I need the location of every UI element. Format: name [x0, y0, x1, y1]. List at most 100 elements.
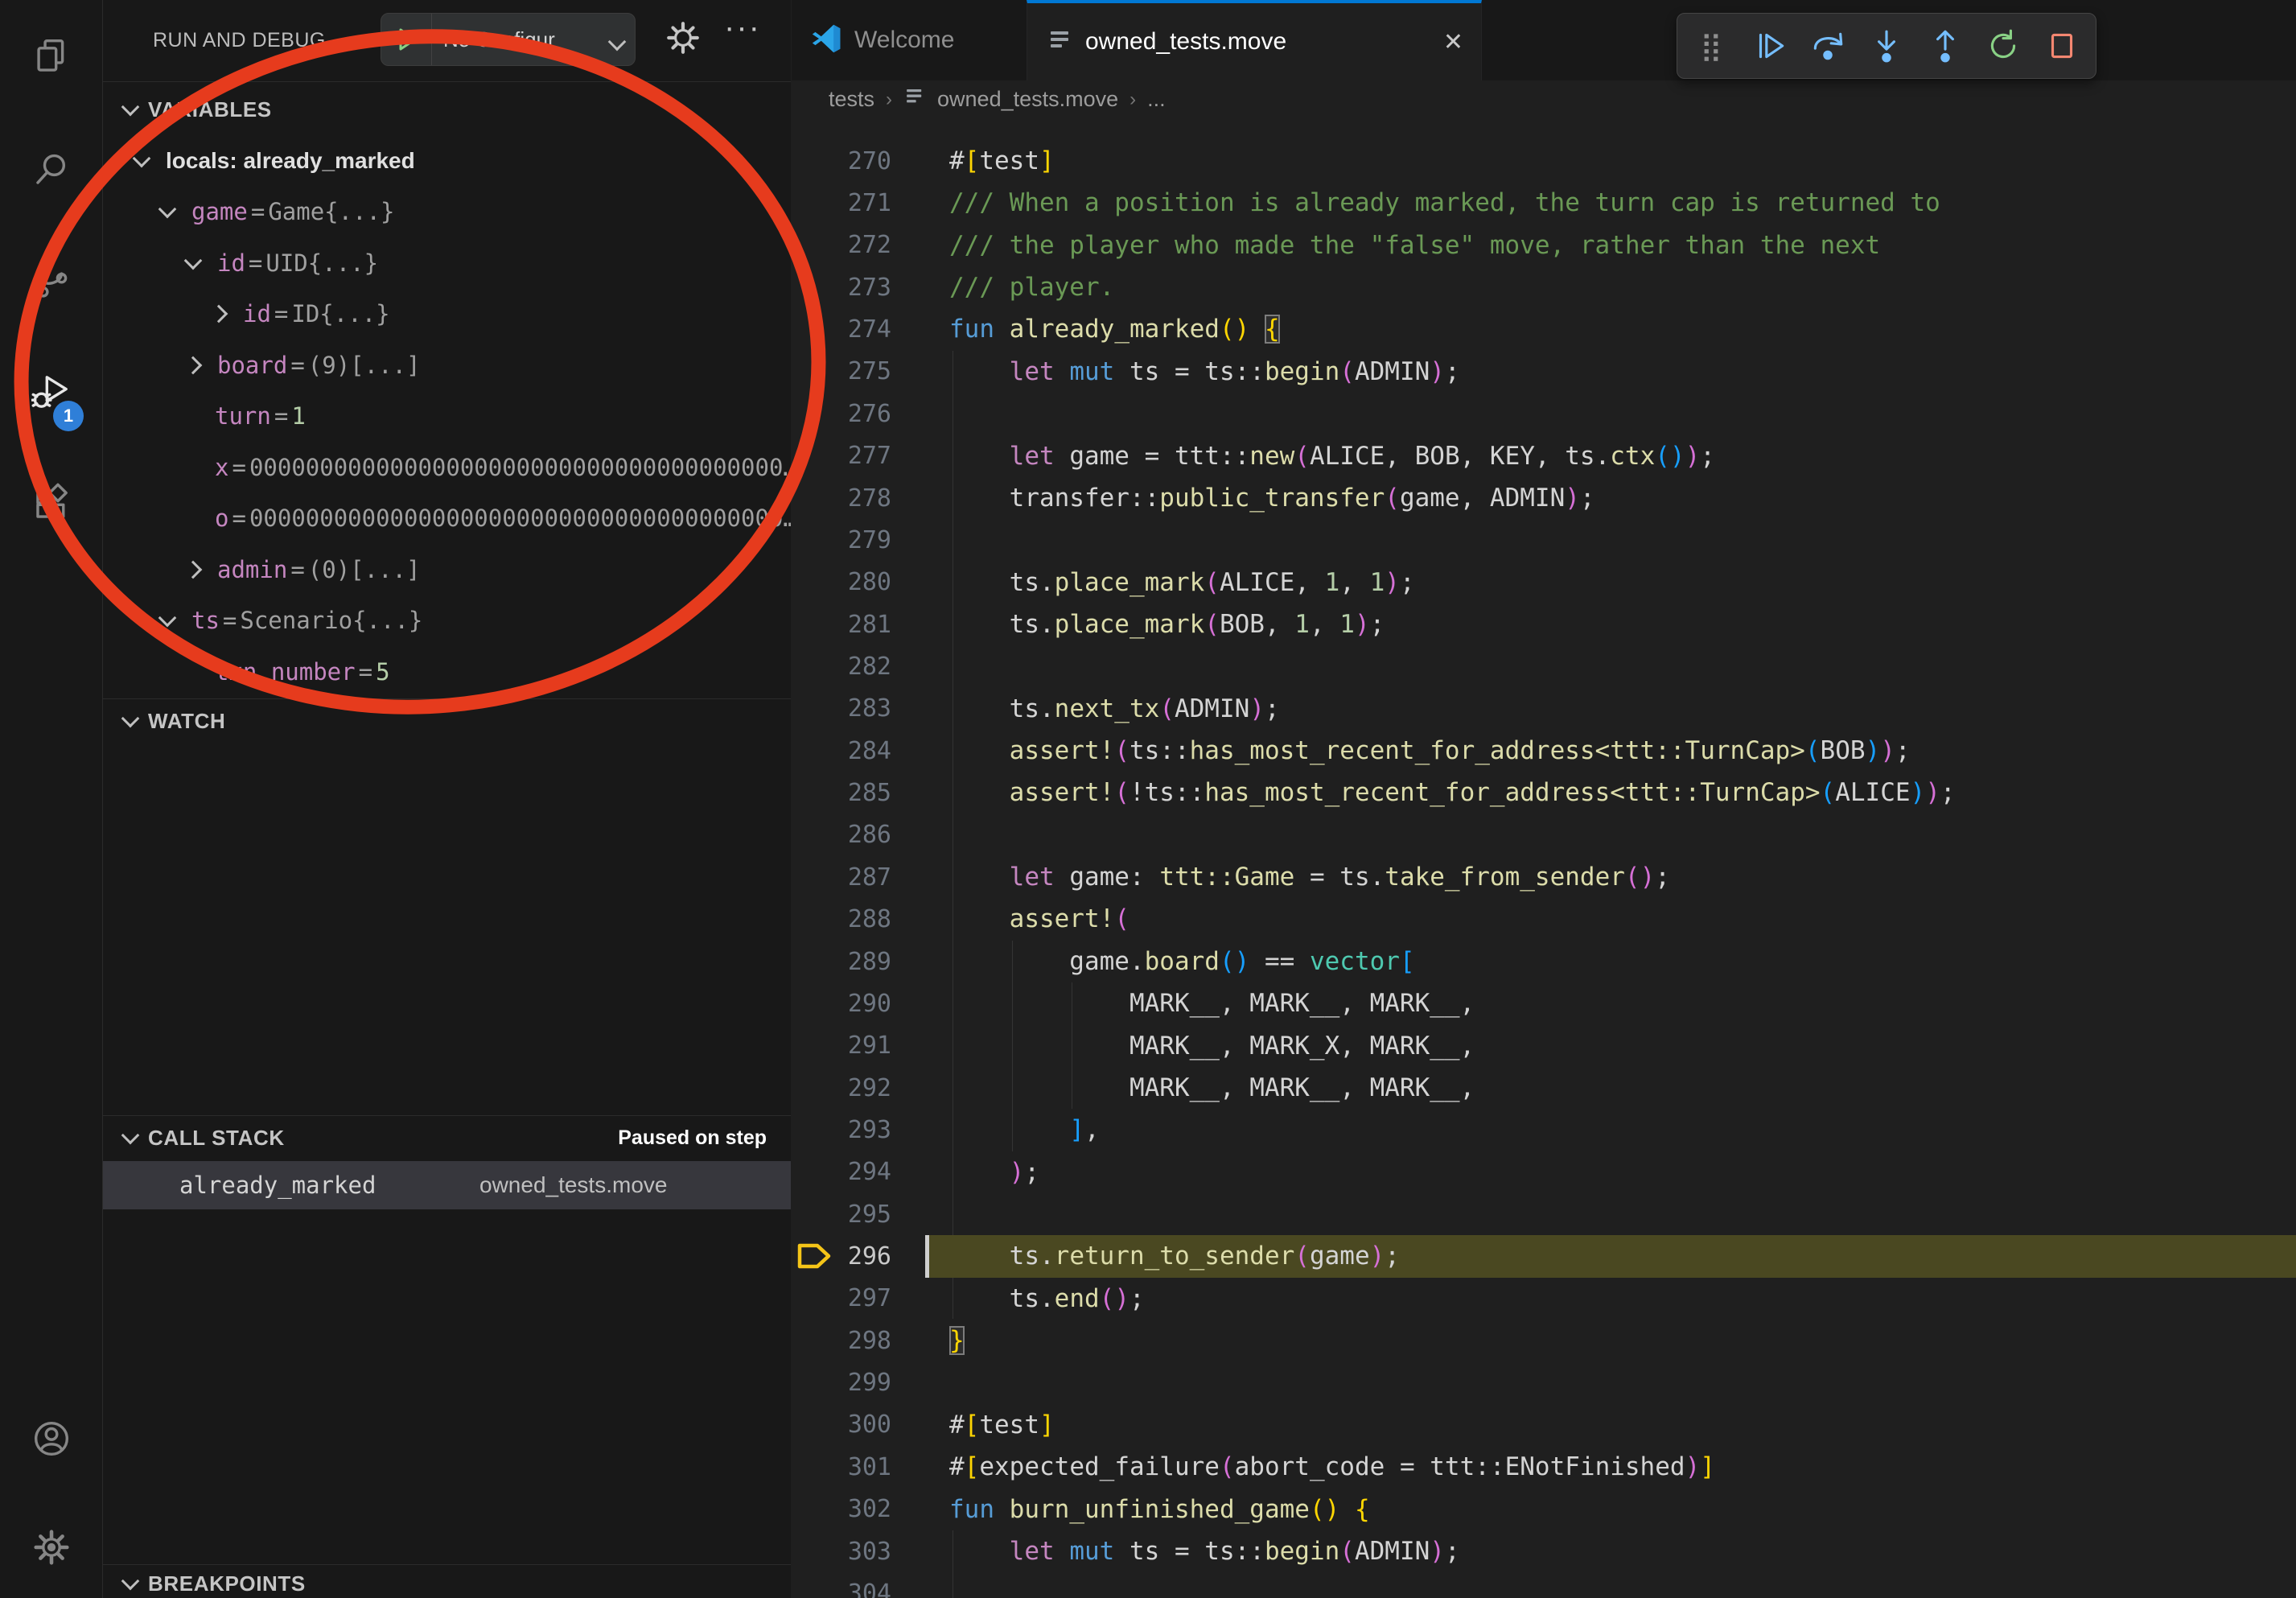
settings-gear-icon[interactable] [31, 1527, 72, 1567]
gutter-line-303[interactable]: 303 [792, 1530, 925, 1572]
gutter-line-272[interactable]: 272 [792, 224, 925, 266]
step-into-button[interactable] [1864, 22, 1910, 70]
code-editor[interactable]: 2702712722732742752762772782792802812822… [792, 118, 2296, 1598]
code-line-276[interactable] [925, 393, 2296, 435]
gutter-line-274[interactable]: 274 [792, 308, 925, 350]
gutter-line-290[interactable]: 290 [792, 982, 925, 1024]
call-stack-section-header[interactable]: CALL STACK Paused on step [103, 1117, 791, 1159]
variables-section-header[interactable]: VARIABLES [103, 84, 791, 135]
breadcrumb-symbol[interactable]: ... [1147, 87, 1166, 112]
gutter-line-276[interactable]: 276 [792, 393, 925, 435]
gutter-line-304[interactable]: 304 [792, 1572, 925, 1598]
gutter-line-271[interactable]: 271 [792, 182, 925, 224]
code-line-291[interactable]: MARK__, MARK_X, MARK__, [925, 1025, 2296, 1067]
breadcrumb-file[interactable]: owned_tests.move [937, 87, 1118, 112]
gutter-line-283[interactable]: 283 [792, 688, 925, 730]
tab-welcome[interactable]: Welcome [792, 0, 1027, 80]
account-icon[interactable] [31, 1419, 72, 1459]
gutter-line-286[interactable]: 286 [792, 814, 925, 856]
debug-settings-gear-icon[interactable] [665, 19, 702, 60]
restart-button[interactable] [1981, 22, 2026, 70]
code-line-274[interactable]: fun already_marked() { [925, 308, 2296, 350]
gutter-line-296[interactable]: 296 [792, 1235, 925, 1277]
variable-row[interactable]: id = ID{...} [103, 289, 791, 340]
code-line-277[interactable]: let game = ttt::new(ALICE, BOB, KEY, ts.… [925, 435, 2296, 477]
gutter-line-278[interactable]: 278 [792, 477, 925, 519]
code-line-294[interactable]: ); [925, 1151, 2296, 1193]
extensions-icon[interactable] [31, 483, 72, 523]
code-line-297[interactable]: ts.end(); [925, 1278, 2296, 1320]
code-line-302[interactable]: fun burn_unfinished_game() { [925, 1489, 2296, 1530]
gutter-line-298[interactable]: 298 [792, 1320, 925, 1361]
search-icon[interactable] [31, 149, 72, 189]
variable-row[interactable]: locals: already_marked [103, 135, 791, 187]
code-line-287[interactable]: let game: ttt::Game = ts.take_from_sende… [925, 856, 2296, 898]
code-line-304[interactable] [925, 1572, 2296, 1598]
code-line-303[interactable]: let mut ts = ts::begin(ADMIN); [925, 1530, 2296, 1572]
code-line-301[interactable]: #[expected_failure(abort_code = ttt::ENo… [925, 1446, 2296, 1488]
variable-row[interactable]: board = (9)[...] [103, 340, 791, 391]
gutter-line-292[interactable]: 292 [792, 1067, 925, 1109]
code-line-273[interactable]: /// player. [925, 266, 2296, 308]
gutter-line-273[interactable]: 273 [792, 266, 925, 308]
gutter-line-291[interactable]: 291 [792, 1025, 925, 1067]
gutter-line-284[interactable]: 284 [792, 730, 925, 772]
code-line-271[interactable]: /// When a position is already marked, t… [925, 182, 2296, 224]
explorer-icon[interactable] [31, 36, 72, 76]
tab-owned-tests-move[interactable]: owned_tests.move ✕ [1027, 0, 1482, 80]
gutter-line-289[interactable]: 289 [792, 941, 925, 982]
gutter-line-301[interactable]: 301 [792, 1446, 925, 1488]
gutter-line-277[interactable]: 277 [792, 435, 925, 477]
code-line-290[interactable]: MARK__, MARK__, MARK__, [925, 982, 2296, 1024]
gutter-line-275[interactable]: 275 [792, 351, 925, 393]
code-line-275[interactable]: let mut ts = ts::begin(ADMIN); [925, 351, 2296, 393]
gutter-line-302[interactable]: 302 [792, 1489, 925, 1530]
gutter-line-285[interactable]: 285 [792, 772, 925, 813]
code-line-298[interactable]: } [925, 1320, 2296, 1361]
variable-row[interactable]: ts = Scenario{...} [103, 595, 791, 647]
gutter-line-295[interactable]: 295 [792, 1193, 925, 1235]
continue-button[interactable] [1747, 22, 1793, 70]
variable-row[interactable]: game = Game{...} [103, 187, 791, 238]
code-lines[interactable]: #[test]/// When a position is already ma… [925, 140, 2296, 1598]
code-line-285[interactable]: assert!(!ts::has_most_recent_for_address… [925, 772, 2296, 813]
gutter-line-293[interactable]: 293 [792, 1109, 925, 1151]
start-debug-icon[interactable] [381, 14, 432, 65]
code-line-295[interactable] [925, 1193, 2296, 1235]
gutter-line-280[interactable]: 280 [792, 562, 925, 603]
variable-row[interactable]: txn_number = 5 [103, 646, 791, 698]
code-line-278[interactable]: transfer::public_transfer(game, ADMIN); [925, 477, 2296, 519]
stop-button[interactable] [2039, 22, 2084, 70]
gutter-line-297[interactable]: 297 [792, 1278, 925, 1320]
close-icon[interactable]: ✕ [1443, 28, 1463, 56]
step-out-button[interactable] [1922, 22, 1968, 70]
gutter-line-279[interactable]: 279 [792, 519, 925, 561]
gutter-line-300[interactable]: 300 [792, 1404, 925, 1446]
gutter-line-288[interactable]: 288 [792, 898, 925, 940]
gutter-line-287[interactable]: 287 [792, 856, 925, 898]
call-stack-frame[interactable]: already_marked owned_tests.move [103, 1161, 791, 1209]
code-line-272[interactable]: /// the player who made the "false" move… [925, 224, 2296, 266]
gutter-line-281[interactable]: 281 [792, 603, 925, 645]
step-over-button[interactable] [1805, 22, 1851, 70]
drag-handle-icon[interactable] [1689, 22, 1734, 70]
code-line-289[interactable]: game.board() == vector[ [925, 941, 2296, 982]
gutter-line-294[interactable]: 294 [792, 1151, 925, 1193]
code-line-282[interactable] [925, 645, 2296, 687]
code-line-270[interactable]: #[test] [925, 140, 2296, 182]
code-line-281[interactable]: ts.place_mark(BOB, 1, 1); [925, 603, 2296, 645]
breadcrumb-folder[interactable]: tests [829, 87, 874, 112]
code-line-300[interactable]: #[test] [925, 1404, 2296, 1446]
source-control-icon[interactable] [31, 260, 72, 300]
gutter-line-270[interactable]: 270 [792, 140, 925, 182]
variable-row[interactable]: turn = 1 [103, 391, 791, 443]
code-line-280[interactable]: ts.place_mark(ALICE, 1, 1); [925, 562, 2296, 603]
breakpoints-section-header[interactable]: BREAKPOINTS [103, 1566, 791, 1598]
code-line-288[interactable]: assert!( [925, 898, 2296, 940]
code-line-279[interactable] [925, 519, 2296, 561]
editor-gutter[interactable]: 2702712722732742752762772782792802812822… [792, 140, 925, 1598]
gutter-line-282[interactable]: 282 [792, 645, 925, 687]
code-line-284[interactable]: assert!(ts::has_most_recent_for_address<… [925, 730, 2296, 772]
variable-row[interactable]: id = UID{...} [103, 237, 791, 289]
watch-section-header[interactable]: WATCH [103, 700, 791, 742]
